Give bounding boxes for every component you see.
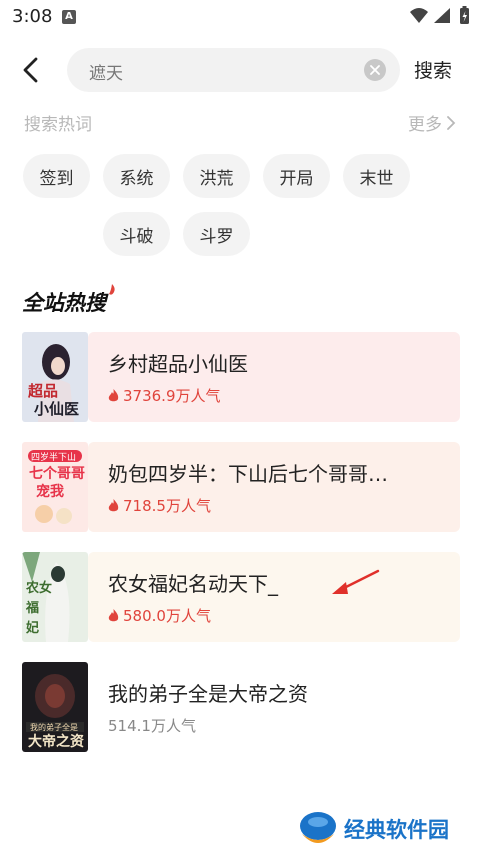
ranking-item[interactable]: 超品 小仙医 乡村超品小仙医 3736.9万人气 — [22, 332, 460, 422]
svg-text:福: 福 — [25, 600, 39, 616]
watermark-text: 经典软件园 — [344, 818, 449, 842]
book-popularity: 580.0万人气 — [108, 605, 211, 626]
book-title: 奶包四岁半：下山后七个哥哥… — [108, 462, 388, 486]
fire-icon — [108, 388, 119, 401]
svg-text:七个哥哥: 七个哥哥 — [29, 465, 85, 482]
book-title: 农女福妃名动天下_ — [108, 572, 278, 596]
ranking-item-background — [88, 442, 460, 532]
svg-text:我的弟子全是: 我的弟子全是 — [30, 722, 78, 732]
book-cover: 农女 福 妃 — [22, 552, 88, 642]
popularity-text: 514.1万人气 — [108, 717, 196, 735]
ranking-item-background — [88, 332, 460, 422]
watermark-logo-icon — [300, 812, 336, 843]
book-title: 我的弟子全是大帝之资 — [108, 682, 308, 706]
svg-text:农女: 农女 — [25, 580, 52, 596]
notification-icon: A — [62, 10, 76, 24]
hot-tag[interactable]: 斗罗 — [183, 212, 250, 256]
svg-text:宠我: 宠我 — [36, 483, 64, 500]
hot-tag[interactable]: 开局 — [263, 154, 330, 198]
hot-tag[interactable]: 系统 — [103, 154, 170, 198]
chevron-left-icon — [23, 57, 38, 83]
svg-text:超品: 超品 — [27, 382, 58, 400]
hot-tag[interactable]: 末世 — [343, 154, 410, 198]
clear-search-button[interactable] — [364, 59, 386, 81]
popularity-text: 718.5万人气 — [123, 497, 211, 515]
ranking-item[interactable]: 农女 福 妃 农女福妃名动天下_ 580.0万人气 — [22, 552, 460, 642]
fire-icon — [108, 498, 119, 511]
book-popularity: 3736.9万人气 — [108, 385, 221, 406]
ranking-item[interactable]: 四岁半下山 七个哥哥 宠我 奶包四岁半：下山后七个哥哥… 718.5万人气 — [22, 442, 460, 532]
more-label: 更多 — [408, 115, 442, 135]
search-button[interactable]: 搜索 — [414, 56, 452, 83]
book-cover: 我的弟子全是 大帝之资 — [22, 662, 88, 752]
ranking-item-background — [88, 552, 460, 642]
fire-icon — [108, 608, 119, 621]
svg-text:妃: 妃 — [26, 620, 39, 636]
book-title: 乡村超品小仙医 — [108, 352, 248, 376]
more-link[interactable]: 更多 — [408, 110, 456, 135]
hot-tag[interactable]: 洪荒 — [183, 154, 250, 198]
status-bar: 3:08 A — [0, 0, 480, 34]
annotation-arrow-icon — [332, 569, 380, 594]
chevron-right-icon — [447, 115, 456, 130]
book-popularity: 718.5万人气 — [108, 495, 211, 516]
ranking-title: 全站热搜 — [22, 291, 106, 315]
close-icon — [370, 65, 380, 75]
status-time: 3:08 — [12, 6, 53, 27]
svg-text:四岁半下山: 四岁半下山 — [31, 451, 76, 463]
svg-text:大帝之资: 大帝之资 — [28, 733, 84, 750]
hot-tag[interactable]: 斗破 — [103, 212, 170, 256]
ranking-item[interactable]: 我的弟子全是 大帝之资 我的弟子全是大帝之资 514.1万人气 — [22, 662, 460, 752]
book-popularity: 514.1万人气 — [108, 715, 196, 736]
battery-icon — [460, 6, 469, 24]
wifi-icon — [410, 8, 428, 23]
hot-words-title: 搜索热词 — [24, 115, 92, 135]
flame-accent-icon — [109, 284, 115, 295]
popularity-text: 3736.9万人气 — [123, 387, 221, 405]
search-query: 遮天 — [89, 64, 123, 84]
ranking-item-background — [88, 662, 460, 752]
status-icons — [410, 6, 469, 24]
search-input[interactable]: 遮天 — [67, 48, 400, 92]
signal-icon — [434, 8, 450, 23]
svg-text:小仙医: 小仙医 — [34, 400, 79, 418]
hot-tag[interactable]: 签到 — [23, 154, 90, 198]
watermark: 经典软件园 — [296, 806, 476, 850]
book-cover: 四岁半下山 七个哥哥 宠我 — [22, 442, 88, 532]
popularity-text: 580.0万人气 — [123, 607, 211, 625]
back-button[interactable] — [14, 54, 46, 86]
book-cover: 超品 小仙医 — [22, 332, 88, 422]
